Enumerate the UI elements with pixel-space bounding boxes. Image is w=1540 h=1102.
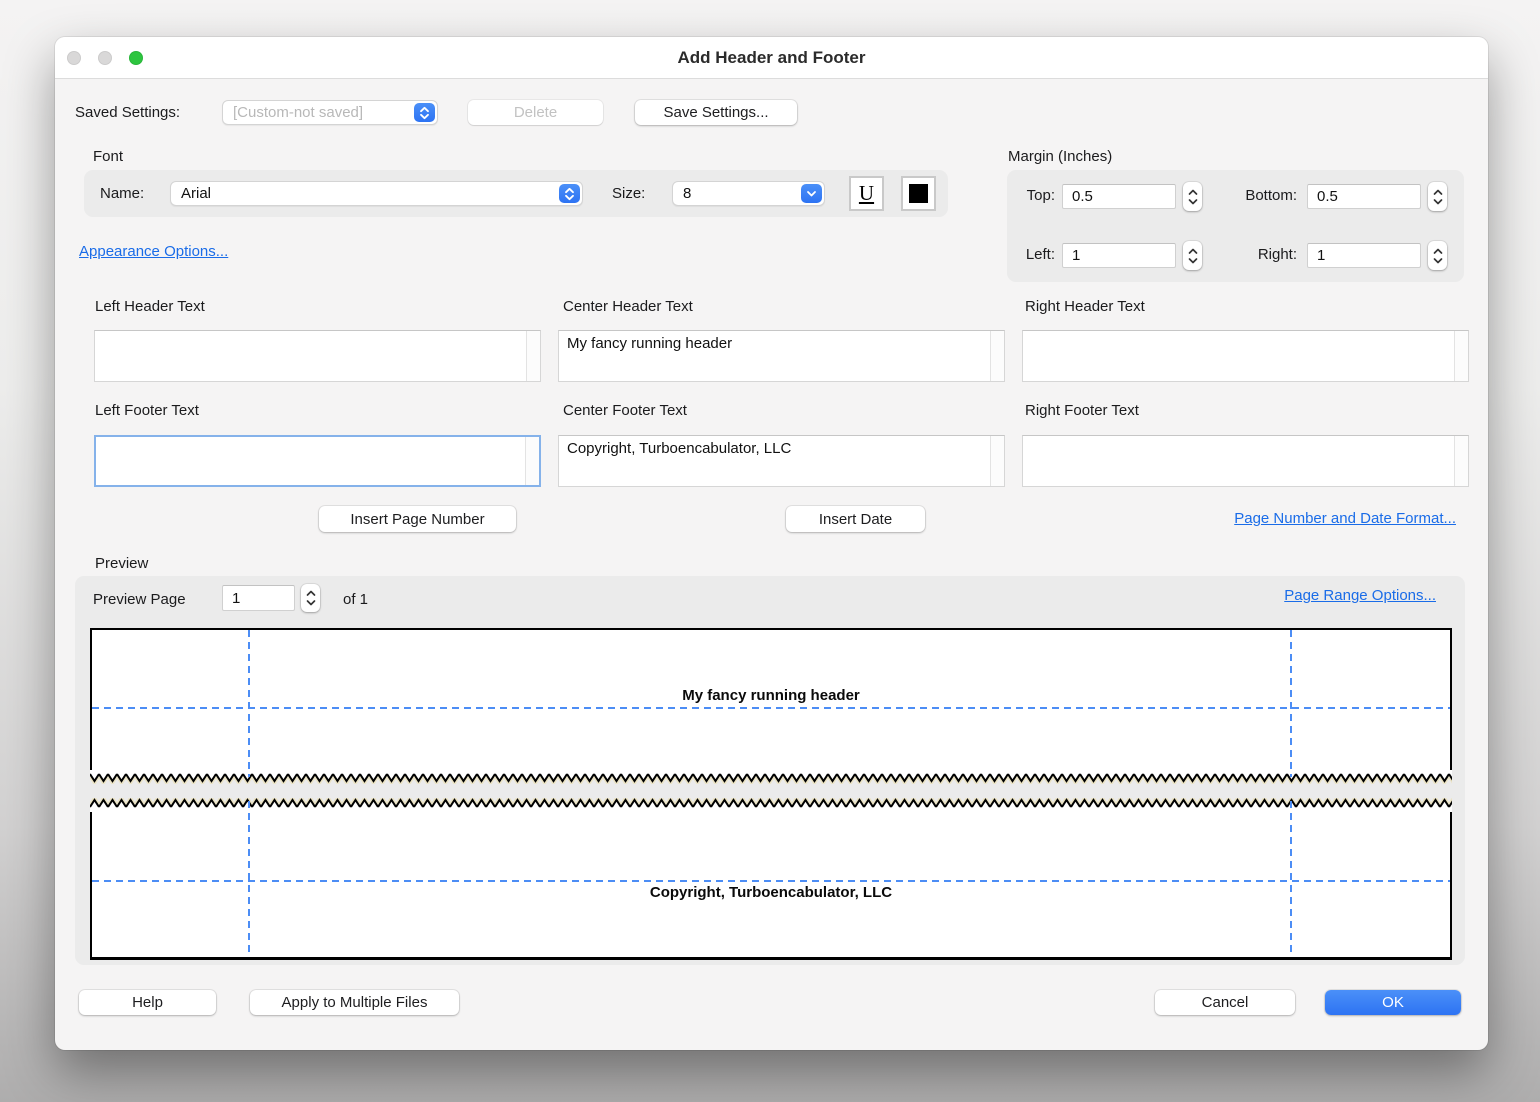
chevron-up-down-icon — [559, 184, 580, 203]
center-header-textarea[interactable]: My fancy running header — [559, 331, 990, 381]
chevron-down-icon — [801, 184, 822, 203]
underline-glyph: U — [859, 181, 874, 206]
scrollbar-track[interactable] — [525, 437, 539, 485]
chevron-up-icon — [1188, 248, 1198, 255]
chevron-down-icon — [1188, 198, 1198, 205]
right-header-textarea[interactable] — [1023, 331, 1454, 381]
chevron-up-icon — [1188, 189, 1198, 196]
margin-bottom-stepper[interactable] — [1428, 182, 1447, 211]
window-title: Add Header and Footer — [55, 37, 1488, 79]
help-button[interactable]: Help — [79, 990, 216, 1015]
font-section-label: Font — [93, 148, 123, 165]
chevron-up-icon — [1433, 248, 1443, 255]
font-size-dropdown[interactable]: 8 — [672, 181, 825, 206]
font-size-label: Size: — [612, 185, 645, 202]
insert-page-number-button[interactable]: Insert Page Number — [319, 506, 516, 532]
dialog-window: Add Header and Footer Saved Settings: [C… — [55, 37, 1488, 1050]
left-header-label: Left Header Text — [95, 298, 205, 315]
center-header-label: Center Header Text — [563, 298, 693, 315]
center-footer-textarea[interactable]: Copyright, Turboencabulator, LLC — [559, 436, 990, 486]
preview-header-text: My fancy running header — [90, 687, 1452, 704]
font-size-value: 8 — [683, 185, 691, 202]
font-name-dropdown[interactable]: Arial — [170, 181, 583, 206]
preview-page-label: Preview Page — [93, 591, 186, 608]
save-settings-button[interactable]: Save Settings... — [635, 100, 797, 125]
margin-bottom-input[interactable] — [1307, 184, 1421, 209]
title-bar: Add Header and Footer — [55, 37, 1488, 79]
margin-bottom-label: Bottom: — [1228, 187, 1297, 204]
chevron-down-icon — [1433, 257, 1443, 264]
appearance-options-link[interactable]: Appearance Options... — [79, 243, 228, 260]
left-margin-guide — [248, 801, 250, 956]
margin-right-input[interactable] — [1307, 243, 1421, 268]
margin-left-stepper[interactable] — [1183, 241, 1202, 270]
margin-top-stepper[interactable] — [1183, 182, 1202, 211]
chevron-up-icon — [306, 590, 316, 597]
cancel-button[interactable]: Cancel — [1155, 990, 1295, 1015]
saved-settings-value: [Custom-not saved] — [233, 104, 363, 121]
preview-section-label: Preview — [95, 555, 148, 572]
left-footer-textarea[interactable] — [96, 437, 525, 485]
footer-margin-guide — [92, 880, 1450, 882]
right-header-field-wrap — [1022, 330, 1469, 382]
right-header-label: Right Header Text — [1025, 298, 1145, 315]
margin-left-input[interactable] — [1062, 243, 1176, 268]
torn-edge-zigzag — [90, 770, 1452, 784]
scrollbar-track[interactable] — [526, 331, 540, 381]
left-footer-field-wrap — [94, 435, 541, 487]
margin-top-label: Top: — [1010, 187, 1055, 204]
header-margin-guide — [92, 707, 1450, 709]
chevron-down-icon — [1433, 198, 1443, 205]
torn-edge-zigzag — [90, 798, 1452, 812]
margin-right-label: Right: — [1228, 246, 1297, 263]
margin-right-stepper[interactable] — [1428, 241, 1447, 270]
preview-page-input[interactable] — [222, 585, 295, 611]
preview-page-count-label: of 1 — [343, 591, 368, 608]
chevron-up-icon — [1433, 189, 1443, 196]
scrollbar-track[interactable] — [990, 436, 1004, 486]
margin-top-input[interactable] — [1062, 184, 1176, 209]
right-footer-textarea[interactable] — [1023, 436, 1454, 486]
center-header-field-wrap: My fancy running header — [558, 330, 1005, 382]
font-name-label: Name: — [100, 185, 144, 202]
page-range-options-link[interactable]: Page Range Options... — [1284, 587, 1436, 604]
scrollbar-track[interactable] — [1454, 331, 1468, 381]
delete-button[interactable]: Delete — [468, 100, 603, 125]
ok-button[interactable]: OK — [1325, 990, 1461, 1015]
page-number-date-format-link[interactable]: Page Number and Date Format... — [1234, 510, 1456, 527]
left-header-textarea[interactable] — [95, 331, 526, 381]
left-footer-label: Left Footer Text — [95, 402, 199, 419]
margin-left-label: Left: — [1010, 246, 1055, 263]
right-footer-field-wrap — [1022, 435, 1469, 487]
preview-page-stepper[interactable] — [301, 584, 320, 612]
insert-date-button[interactable]: Insert Date — [786, 506, 925, 532]
center-footer-field-wrap: Copyright, Turboencabulator, LLC — [558, 435, 1005, 487]
chevron-up-down-icon — [414, 103, 435, 122]
underline-button[interactable]: U — [849, 176, 884, 211]
font-name-value: Arial — [181, 185, 211, 202]
apply-to-multiple-files-button[interactable]: Apply to Multiple Files — [250, 990, 459, 1015]
left-header-field-wrap — [94, 330, 541, 382]
saved-settings-dropdown[interactable]: [Custom-not saved] — [222, 100, 438, 125]
right-margin-guide — [1290, 801, 1292, 956]
chevron-down-icon — [1188, 257, 1198, 264]
margin-section-label: Margin (Inches) — [1008, 148, 1112, 165]
saved-settings-label: Saved Settings: — [75, 104, 180, 121]
font-color-button[interactable] — [901, 176, 936, 211]
chevron-down-icon — [306, 599, 316, 606]
scrollbar-track[interactable] — [990, 331, 1004, 381]
preview-footer-text: Copyright, Turboencabulator, LLC — [90, 884, 1452, 901]
center-footer-label: Center Footer Text — [563, 402, 687, 419]
right-footer-label: Right Footer Text — [1025, 402, 1139, 419]
color-swatch-icon — [909, 184, 928, 203]
scrollbar-track[interactable] — [1454, 436, 1468, 486]
